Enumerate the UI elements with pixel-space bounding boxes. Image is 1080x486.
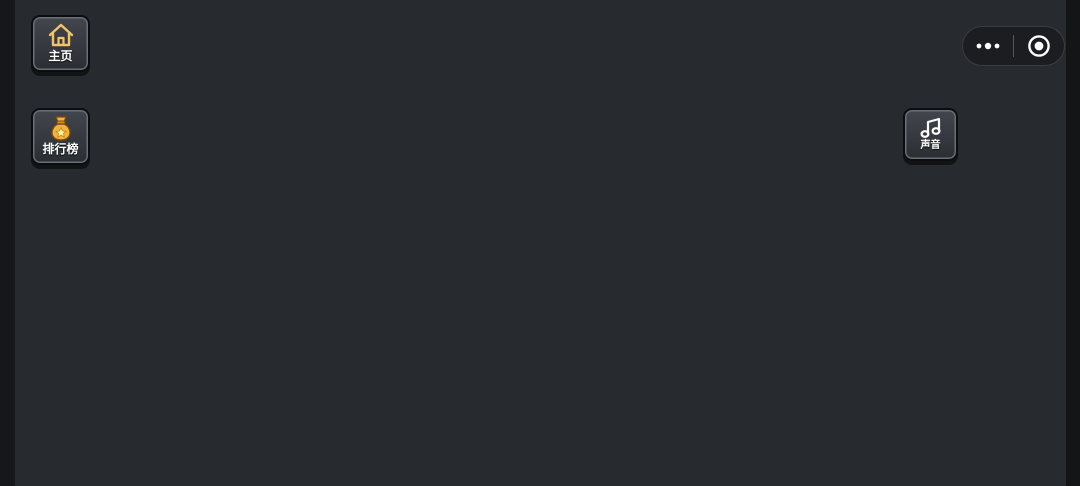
leaderboard-label: 排行榜	[42, 142, 79, 156]
home-icon	[48, 23, 73, 47]
mini-game-screen: 主页 排行榜 声音	[0, 0, 1080, 486]
money-bag-star-icon	[50, 116, 71, 141]
more-button[interactable]	[963, 27, 1013, 65]
capsule-menu	[962, 26, 1065, 66]
more-dots-icon	[976, 42, 1000, 50]
home-label: 主页	[48, 49, 73, 63]
target-circle-icon	[1028, 35, 1050, 57]
leaderboard-button[interactable]: 排行榜	[31, 108, 90, 165]
right-edge-strip	[1066, 0, 1080, 486]
close-button[interactable]	[1014, 27, 1064, 65]
music-note-icon	[919, 117, 941, 138]
game-canvas[interactable]	[15, 0, 1066, 486]
sound-label: 声音	[920, 140, 941, 151]
home-button[interactable]: 主页	[31, 15, 90, 72]
sound-button[interactable]: 声音	[903, 108, 958, 161]
